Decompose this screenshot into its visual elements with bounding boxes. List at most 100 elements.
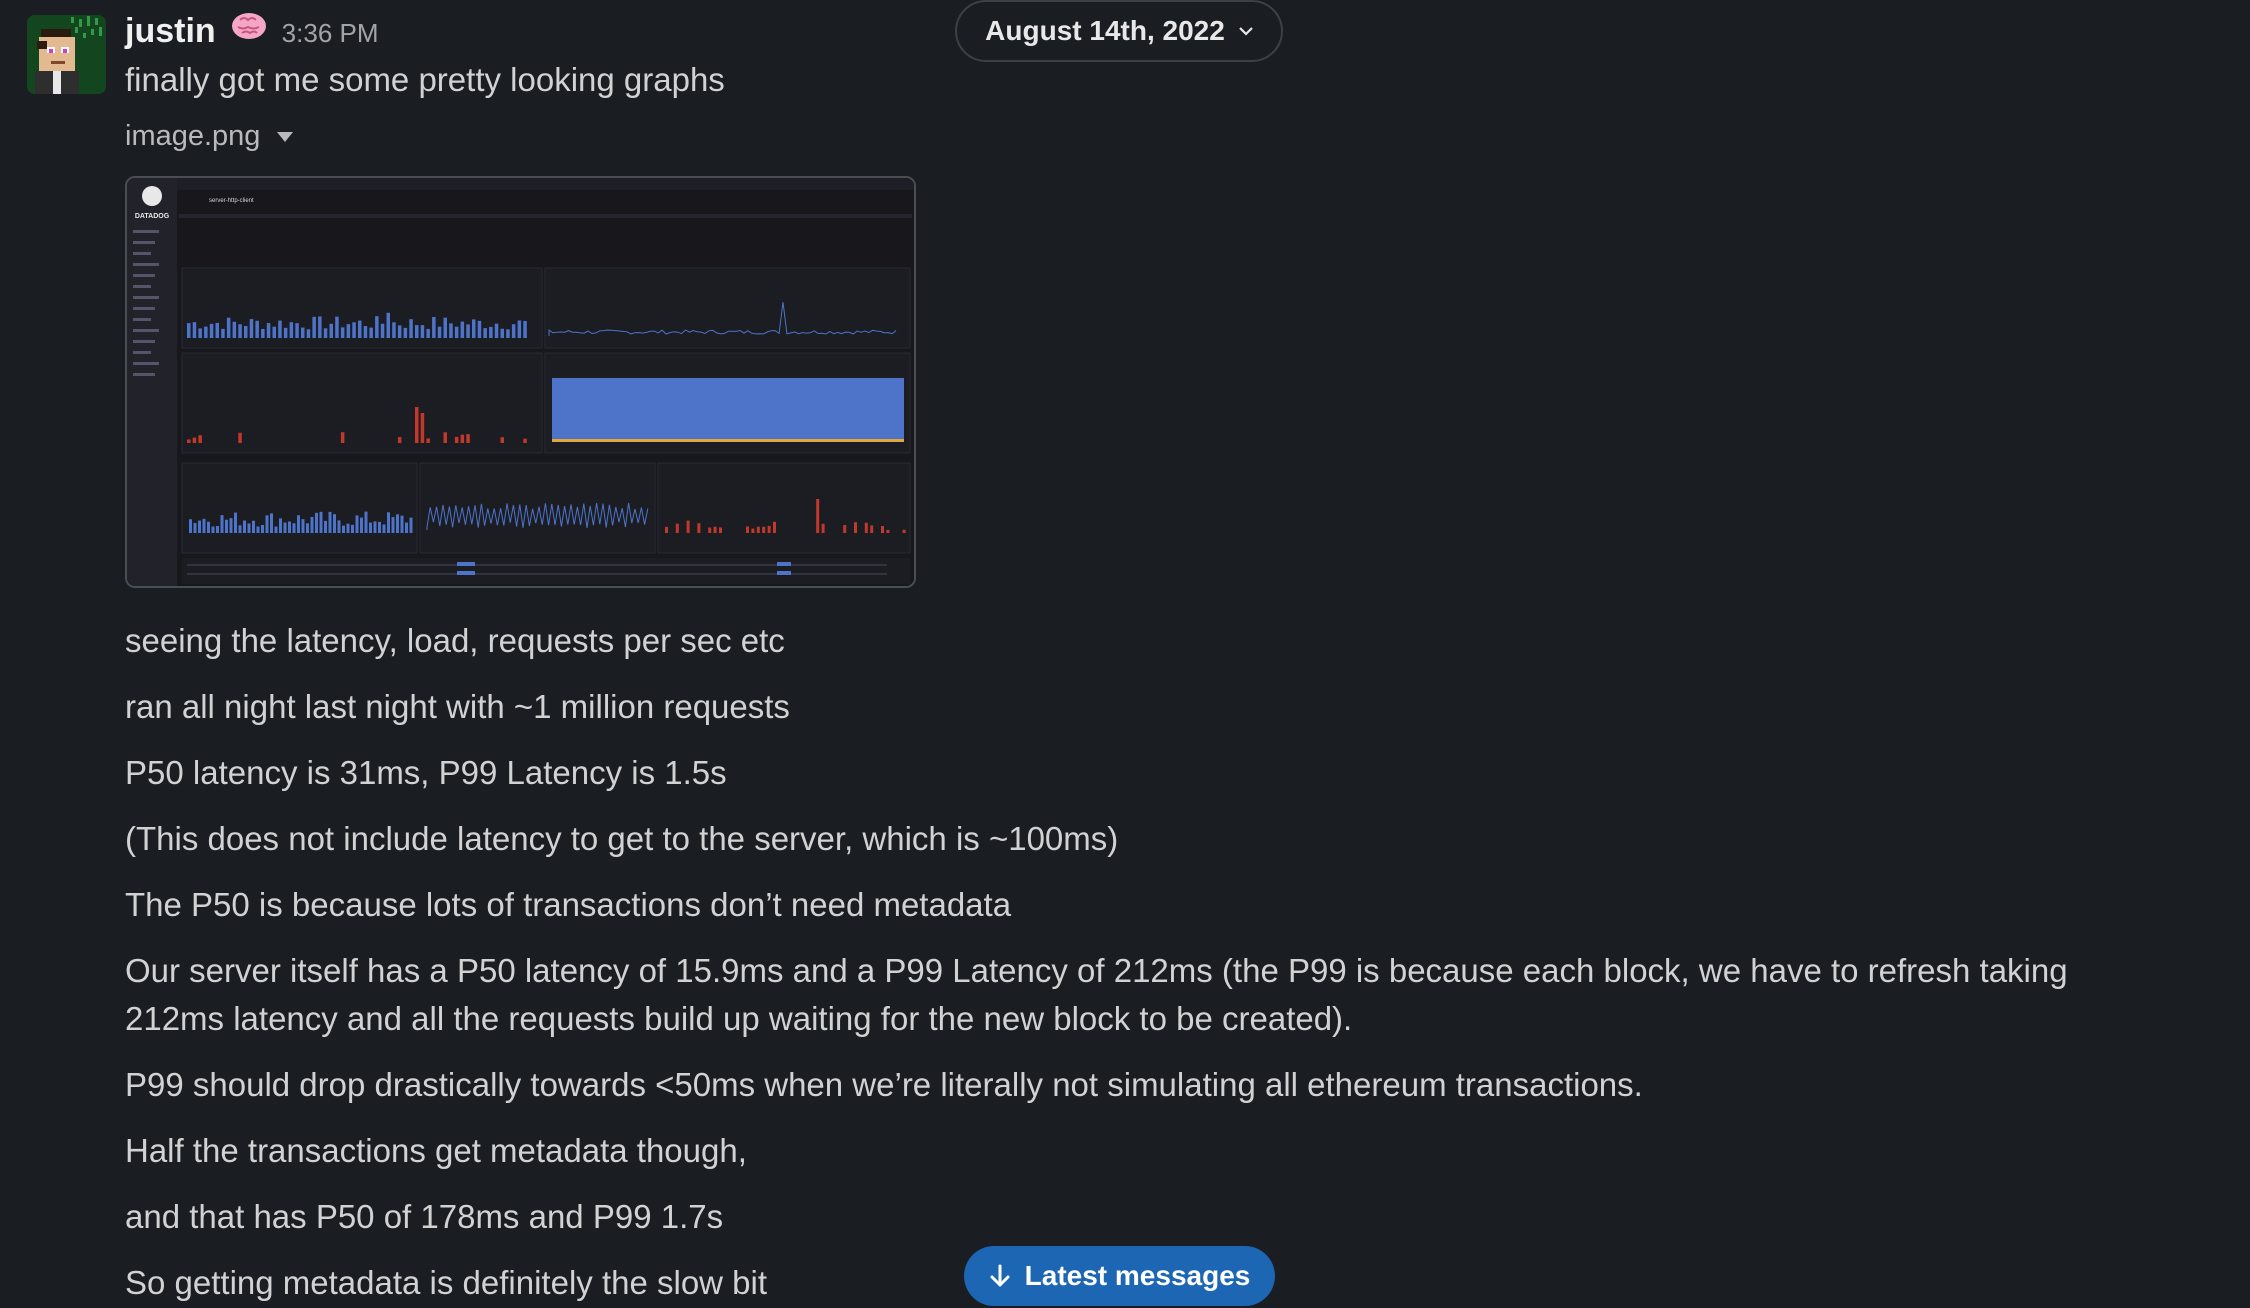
thumb-bar (306, 523, 309, 533)
thumb-bar (265, 515, 269, 533)
thumb-bar (409, 517, 413, 533)
thumb-bar (400, 515, 404, 533)
thumb-bar (312, 316, 316, 338)
thumb-bar (315, 512, 318, 533)
thumb-bar (306, 329, 311, 338)
latest-messages-button[interactable]: Latest messages (964, 1246, 1275, 1306)
thumb-bar (477, 320, 482, 338)
thumb-bar (211, 526, 215, 533)
thumb-bar (432, 317, 436, 338)
thumb-bar (335, 316, 339, 338)
thumb-bar (238, 432, 242, 443)
thumb-table-cell (777, 562, 791, 566)
thumb-sidebar-item (133, 274, 155, 277)
avatar-image (27, 15, 106, 94)
thumb-bar (261, 328, 265, 338)
slack-channel-view: justin 3:36 PM finally got me some prett… (0, 0, 2250, 1308)
thumb-bar (351, 524, 354, 533)
thumb-sidebar-item (133, 285, 151, 288)
thumb-bar (216, 526, 219, 533)
avatar[interactable] (27, 15, 106, 94)
thumb-table-cell (777, 571, 791, 575)
message-text-line: P50 latency is 31ms, P99 Latency is 1.5s (125, 754, 727, 791)
date-divider-label: August 14th, 2022 (985, 15, 1225, 46)
thumb-bar (466, 324, 470, 338)
caret-down-icon (277, 131, 294, 142)
message-timestamp[interactable]: 3:36 PM (282, 10, 379, 56)
thumb-bar (329, 323, 333, 338)
thumb-bar (746, 526, 749, 533)
thumb-bar (870, 525, 874, 533)
thumb-bar (816, 499, 820, 533)
thumb-bar (511, 324, 516, 338)
thumb-table-cell (457, 562, 475, 566)
message-text-line: P99 should drop drastically towards <50m… (125, 1066, 1643, 1103)
message-text-line: Our server itself has a P50 latency of 1… (125, 952, 2068, 1037)
thumb-bar (292, 523, 296, 533)
arrow-down-icon (990, 1264, 1010, 1287)
thumb-bar (363, 326, 368, 338)
thumb-bar (270, 513, 273, 533)
message-text-line: finally got me some pretty looking graph… (125, 61, 725, 98)
thumb-bar (466, 434, 470, 443)
thumb-sidebar-item (133, 263, 159, 266)
thumb-bar (328, 511, 332, 533)
thumb-bar (207, 521, 210, 533)
thumb-bar (297, 515, 300, 533)
thumb-sidebar-item (133, 252, 151, 255)
thumb-bar (318, 316, 322, 338)
datadog-logo-icon (142, 186, 162, 206)
thumb-bar (249, 319, 254, 338)
thumb-bar (255, 320, 259, 338)
thumb-sidebar-item (133, 340, 155, 343)
thumb-bar (391, 517, 395, 533)
attachment-toggle[interactable]: image.png (125, 120, 294, 153)
thumb-bar (675, 523, 679, 533)
thumb-service: server-http-client (209, 198, 254, 204)
attachment-image[interactable]: DATADOG server-http-client (125, 176, 916, 588)
thumb-bar (415, 407, 419, 443)
thumb-bar (454, 326, 459, 338)
thumb-bar (500, 328, 504, 338)
thumb-bar (283, 522, 287, 533)
thumb-bar (762, 526, 766, 533)
thumb-bar (238, 324, 242, 338)
thumb-bar (483, 328, 487, 338)
thumb-bar (489, 326, 493, 338)
brain-emoji-icon[interactable] (230, 10, 268, 42)
thumb-bar (232, 321, 237, 338)
thumb-bar (420, 325, 425, 338)
thumb-bar (221, 328, 225, 338)
thumb-table-cell (457, 571, 475, 575)
thumb-bar (193, 522, 197, 533)
thumb-brand: DATADOG (135, 213, 170, 220)
attachment-filename: image.png (125, 120, 261, 152)
thumb-bar (843, 525, 847, 533)
thumb-bar (392, 322, 396, 338)
thumb-bar (301, 519, 305, 533)
thumb-bar (443, 317, 447, 338)
thumb-bar (202, 518, 206, 533)
thumb-bar (323, 328, 328, 338)
thumb-bar (295, 323, 299, 338)
thumb-bar (358, 320, 362, 338)
thumb-bar (279, 518, 282, 533)
thumb-bar (415, 325, 419, 338)
thumb-bar (864, 522, 868, 533)
thumb-bar (340, 327, 345, 338)
thumb-bar (426, 328, 430, 338)
username[interactable]: justin (125, 8, 216, 54)
thumb-bar (387, 512, 390, 533)
date-divider-button[interactable]: August 14th, 2022 (955, 0, 1283, 62)
thumb-panel (544, 267, 911, 349)
thumb-sidebar-item (133, 241, 155, 244)
thumb-bar (288, 521, 291, 533)
thumb-bar (209, 323, 214, 338)
thumb-bar (278, 320, 282, 338)
thumb-bar (369, 522, 372, 533)
thumb-bar (454, 436, 459, 443)
thumb-bar (369, 327, 373, 338)
thumb-bar (378, 521, 381, 533)
thumb-bar (198, 328, 202, 338)
thumb-bar (881, 526, 884, 533)
